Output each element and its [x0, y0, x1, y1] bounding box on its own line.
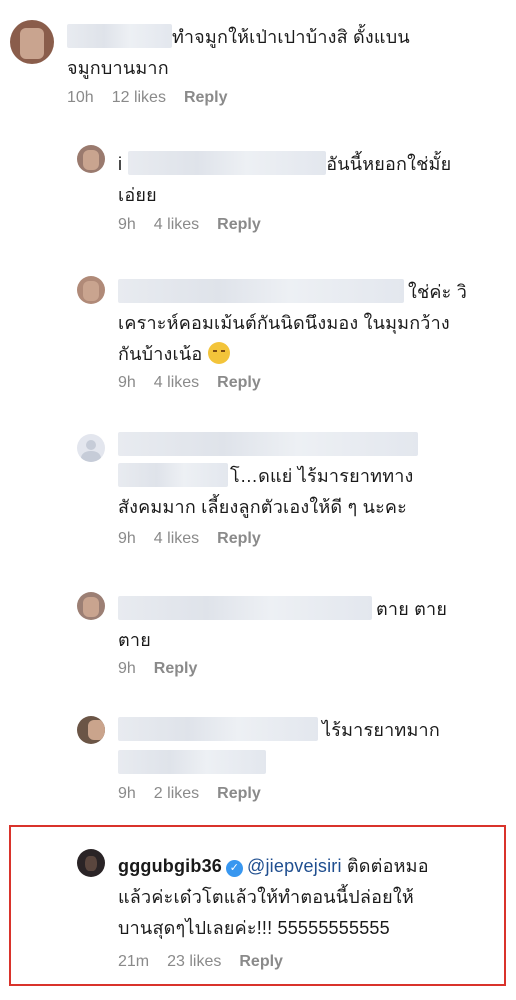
blurred-username — [118, 717, 318, 741]
comment-text: โ…ดแย่ ไร้มารยาททาง — [118, 461, 414, 492]
likes-count[interactable]: 4 likes — [154, 216, 199, 233]
timestamp: 10h — [67, 89, 94, 106]
comment-text — [118, 748, 266, 779]
avatar[interactable] — [77, 849, 105, 877]
mention-link[interactable]: @jiepvejsiri — [247, 856, 342, 876]
comment-line: ติดต่อหมอ — [346, 856, 429, 876]
reply-button[interactable]: Reply — [239, 953, 283, 970]
comment-line: แล้วค่ะเด๋วโตแล้วให้ทำตอนนี้ปล่อยให้ — [118, 887, 414, 907]
comment-text: เคราะห์คอมเม้นต์กันนิดนึงมอง ในมุมกว้าง — [118, 308, 450, 339]
default-avatar-icon[interactable] — [77, 434, 105, 462]
comment-line: เอ่ยย — [118, 185, 157, 205]
comment-meta: 10h 12 likes Reply — [67, 89, 246, 107]
comment-text: เอ่ยย — [118, 180, 157, 211]
comment-line: ตาย — [118, 630, 151, 650]
comment-text: ตาย — [118, 625, 151, 656]
blurred-username — [67, 24, 172, 48]
comment-line: กันบ้างเน้อ — [118, 344, 203, 364]
reply-button[interactable]: Reply — [217, 530, 261, 547]
blurred-username — [118, 596, 372, 620]
comment-text: ไร้มารยาทมาก — [118, 715, 440, 746]
reply-button[interactable]: Reply — [154, 660, 198, 677]
comment-meta: 9h 2 likes Reply — [118, 785, 279, 803]
comment-text: ทำจมูกให้เป่าเปาบ้างสิ ดั้งแบน — [67, 22, 410, 53]
reply-button[interactable]: Reply — [184, 89, 228, 106]
timestamp: 9h — [118, 660, 136, 677]
comment-meta: 9h 4 likes Reply — [118, 216, 279, 234]
blurred-username — [118, 463, 228, 487]
username-fragment: i — [118, 154, 123, 174]
comment-text: จมูกบานมาก — [67, 53, 169, 84]
blurred-username — [118, 750, 266, 774]
blurred-username — [118, 279, 404, 303]
comment-meta: 9h 4 likes Reply — [118, 530, 279, 548]
avatar[interactable] — [10, 20, 54, 64]
avatar[interactable] — [77, 592, 105, 620]
likes-count[interactable]: 2 likes — [154, 785, 199, 802]
comment-text: i อันนี้หยอกใช่มั้ย — [118, 149, 451, 180]
comment-meta: 21m 23 likes Reply — [118, 953, 301, 971]
likes-count[interactable]: 4 likes — [154, 530, 199, 547]
comment-text: ตาย ตาย — [118, 594, 447, 625]
reply-button[interactable]: Reply — [217, 216, 261, 233]
reply-button[interactable]: Reply — [217, 785, 261, 802]
reply-button[interactable]: Reply — [217, 374, 261, 391]
avatar[interactable] — [77, 145, 105, 173]
timestamp: 21m — [118, 953, 150, 970]
username-link[interactable]: gggubgib36 — [118, 856, 222, 876]
avatar[interactable] — [77, 276, 105, 304]
comment-line: บานสุดๆไปเลยค่ะ!!! 55555555555 — [118, 918, 390, 938]
comment-text: สังคมมาก เลี้ยงลูกตัวเองให้ดี ๆ นะคะ — [118, 492, 407, 523]
comment-text: กันบ้างเน้อ — [118, 339, 230, 370]
comment-text: ใช่ค่ะ วิ — [118, 277, 467, 308]
comment-line: เคราะห์คอมเม้นต์กันนิดนึงมอง ในมุมกว้าง — [118, 313, 450, 333]
comment-meta: 9h Reply — [118, 660, 215, 678]
verified-badge-icon: ✓ — [226, 860, 243, 877]
comment-meta: 9h 4 likes Reply — [118, 374, 279, 392]
comment-line: ทำจมูกให้เป่าเปาบ้างสิ ดั้งแบน — [172, 27, 410, 47]
comment-text: gggubgib36 ✓ @jiepvejsiri ติดต่อหมอ — [118, 851, 429, 882]
comment-line: ใช่ค่ะ วิ — [408, 282, 468, 302]
comment-text: แล้วค่ะเด๋วโตแล้วให้ทำตอนนี้ปล่อยให้ — [118, 882, 414, 913]
comment-line: ตาย ตาย — [376, 599, 448, 619]
likes-count[interactable]: 4 likes — [154, 374, 199, 391]
comment-text: บานสุดๆไปเลยค่ะ!!! 55555555555 — [118, 913, 390, 944]
comment-text — [118, 430, 418, 461]
comment-line: จมูกบานมาก — [67, 58, 169, 78]
timestamp: 9h — [118, 530, 136, 547]
comment-line: สังคมมาก เลี้ยงลูกตัวเองให้ดี ๆ นะคะ — [118, 497, 408, 517]
avatar[interactable] — [77, 716, 105, 744]
blurred-username — [128, 151, 327, 175]
comment-line: โ…ดแย่ ไร้มารยาททาง — [230, 466, 414, 486]
blurred-username — [118, 432, 418, 456]
timestamp: 9h — [118, 216, 136, 233]
likes-count[interactable]: 23 likes — [167, 953, 221, 970]
timestamp: 9h — [118, 785, 136, 802]
timestamp: 9h — [118, 374, 136, 391]
comment-line: อันนี้หยอกใช่มั้ย — [326, 154, 452, 174]
likes-count[interactable]: 12 likes — [112, 89, 166, 106]
grinning-sweat-emoji-icon — [207, 342, 230, 364]
comment-line: ไร้มารยาทมาก — [322, 720, 440, 740]
